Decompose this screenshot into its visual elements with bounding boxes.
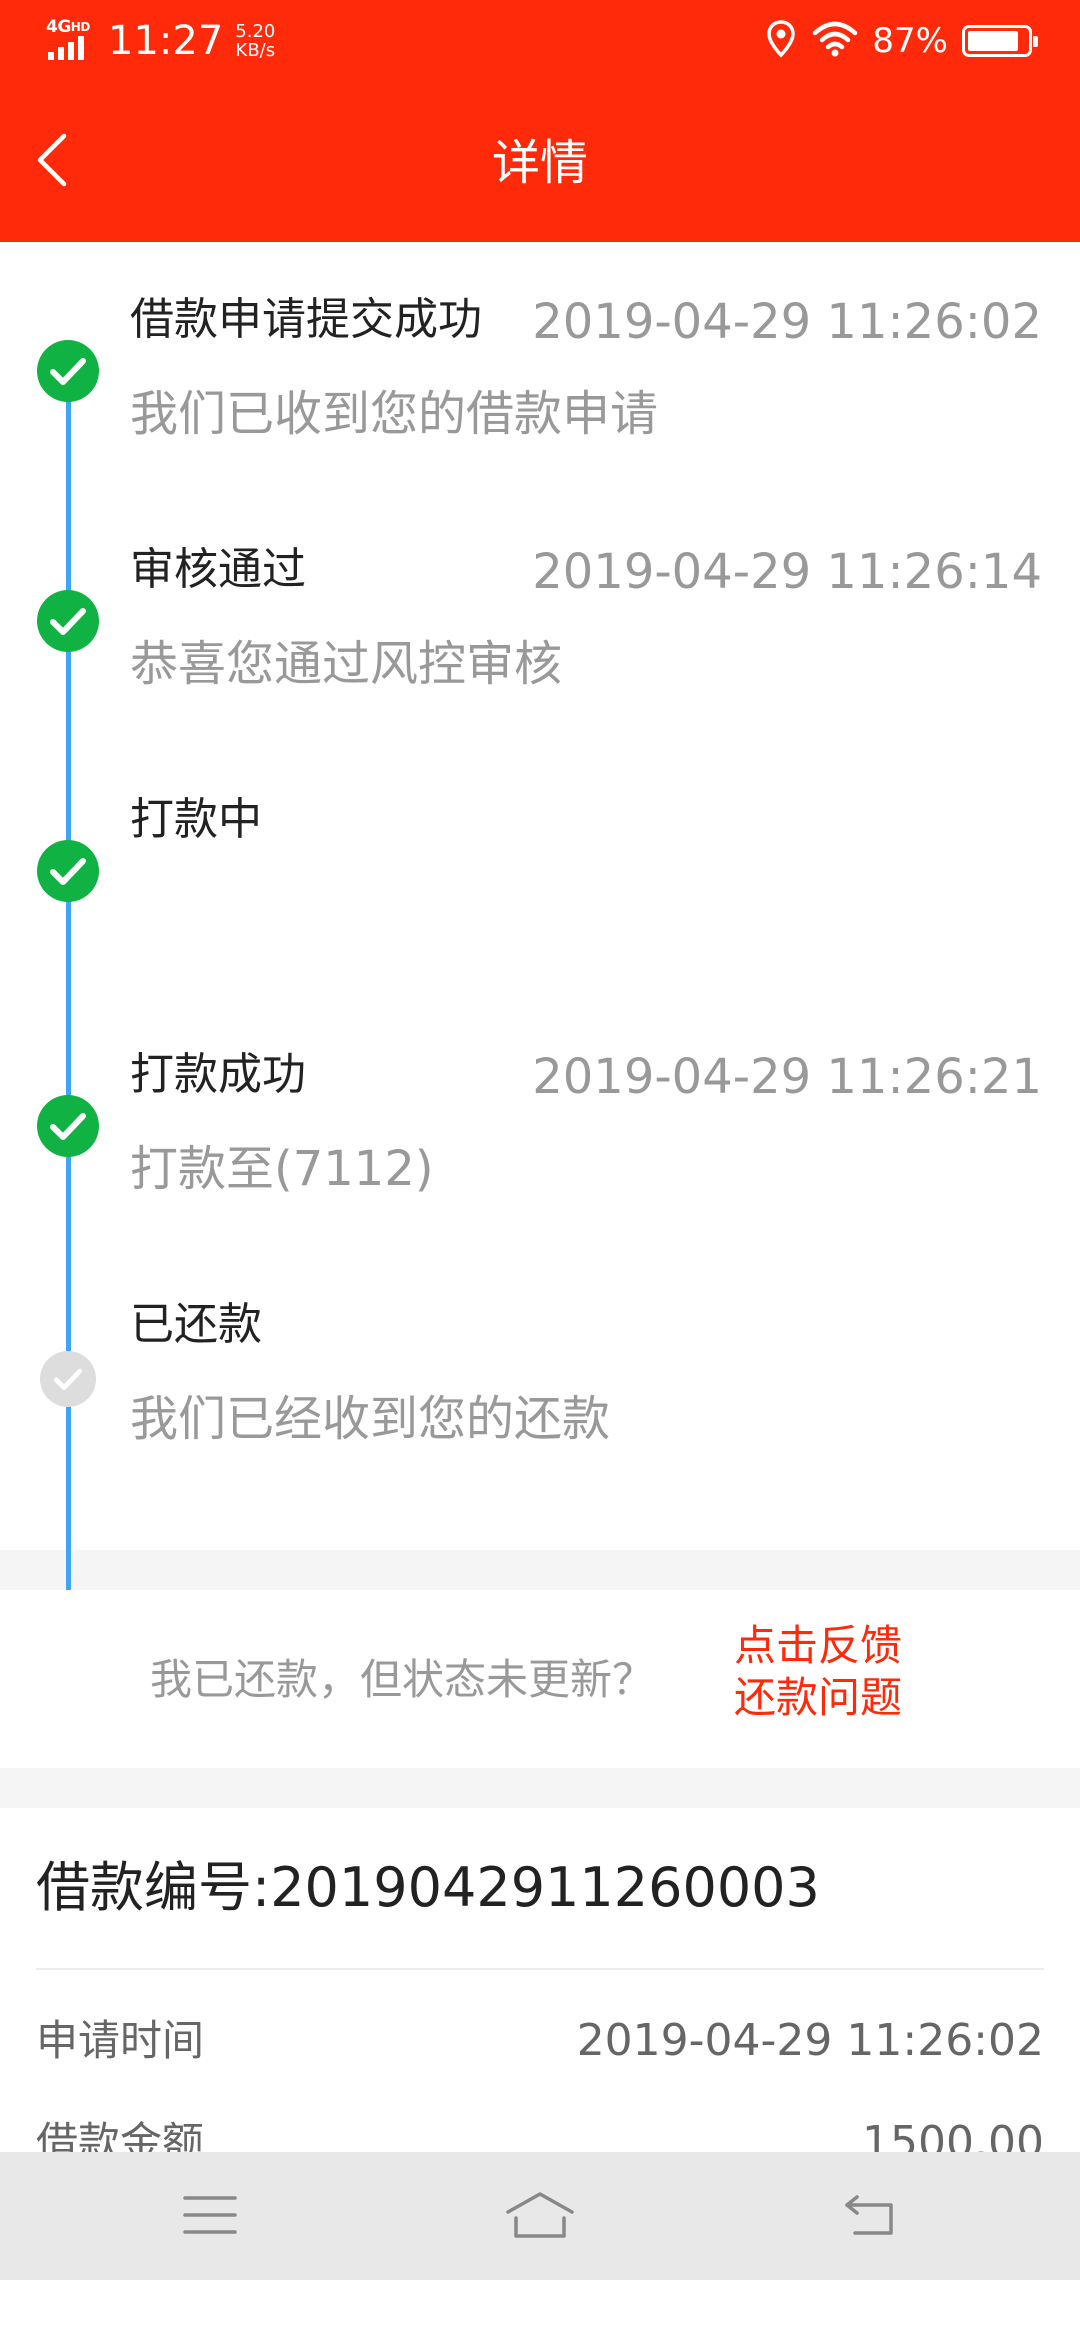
status-left: 4GHD 11:27 5.20 KB/s <box>46 18 275 64</box>
status-right: 87% <box>766 18 1038 64</box>
menu-icon <box>183 2194 237 2240</box>
network-speed-value: 5.20 <box>235 21 276 42</box>
step-title: 审核通过 <box>130 544 306 595</box>
page-title: 详情 <box>491 135 588 191</box>
status-bar: 4GHD 11:27 5.20 KB/s 87% <box>0 0 1080 82</box>
repayment-feedback: 我已还款，但状态未更新？ 点击反馈 还款问题 <box>0 1590 1080 1768</box>
feedback-prompt: 我已还款，但状态未更新？ <box>150 1655 655 1704</box>
step-title: 已还款 <box>130 1299 262 1350</box>
step-title: 打款中 <box>130 794 262 845</box>
detail-row: 申请时间 2019-04-29 11:26:02 <box>36 2006 1044 2076</box>
step-desc: 我们已收到您的借款申请 <box>130 386 659 442</box>
step-desc: 打款至(7112) <box>130 1141 434 1197</box>
timeline-step: 借款申请提交成功 2019-04-29 11:26:02 我们已收到您的借款申请 <box>0 242 1080 492</box>
home-icon <box>504 2190 576 2244</box>
network-speed: 5.20 KB/s <box>235 22 275 60</box>
timeline-step: 审核通过 2019-04-29 11:26:14 恭喜您通过风控审核 <box>0 492 1080 742</box>
nav-bar: 详情 <box>0 82 1080 242</box>
feedback-link[interactable]: 点击反馈 还款问题 <box>734 1620 964 1724</box>
loan-number: 借款编号:2019042911260003 <box>36 1856 820 1919</box>
timeline-step: 打款成功 2019-04-29 11:26:21 打款至(7112) <box>0 997 1080 1247</box>
step-title: 打款成功 <box>130 1049 306 1100</box>
check-icon <box>37 1095 99 1157</box>
return-button[interactable] <box>830 2182 910 2252</box>
detail-value: 2019-04-29 11:26:02 <box>576 2015 1044 2066</box>
step-time: 2019-04-29 11:26:14 <box>532 544 1042 600</box>
timeline-step: 打款中 <box>0 742 1080 992</box>
system-nav-bar <box>0 2152 1080 2280</box>
status-time: 11:27 <box>108 18 224 64</box>
battery-icon <box>962 25 1038 57</box>
step-title: 借款申请提交成功 <box>130 294 482 345</box>
wifi-icon <box>812 21 858 61</box>
menu-button[interactable] <box>170 2182 250 2252</box>
detail-label: 申请时间 <box>36 2016 205 2065</box>
check-icon <box>40 1351 96 1407</box>
check-icon <box>37 840 99 902</box>
check-icon <box>37 340 99 402</box>
location-icon <box>766 20 796 62</box>
step-desc: 我们已经收到您的还款 <box>130 1391 611 1447</box>
network-speed-unit: KB/s <box>235 40 276 61</box>
progress-timeline: 借款申请提交成功 2019-04-29 11:26:02 我们已收到您的借款申请… <box>0 242 1080 1614</box>
network-type: 4G <box>46 17 71 37</box>
signal-icon: 4GHD <box>46 18 98 64</box>
network-hd: HD <box>70 20 91 34</box>
feedback-link-line2: 还款问题 <box>734 1673 903 1722</box>
battery-percent: 87% <box>872 21 948 61</box>
feedback-link-line1: 点击反馈 <box>734 1621 903 1670</box>
check-icon <box>37 590 99 652</box>
step-desc: 恭喜您通过风控审核 <box>130 636 563 692</box>
timeline-step: 已还款 我们已经收到您的还款 <box>0 1247 1080 1497</box>
step-time: 2019-04-29 11:26:21 <box>532 1049 1042 1105</box>
return-icon <box>843 2193 897 2241</box>
step-time: 2019-04-29 11:26:02 <box>532 294 1042 350</box>
divider <box>36 1968 1044 1970</box>
home-button[interactable] <box>500 2182 580 2252</box>
